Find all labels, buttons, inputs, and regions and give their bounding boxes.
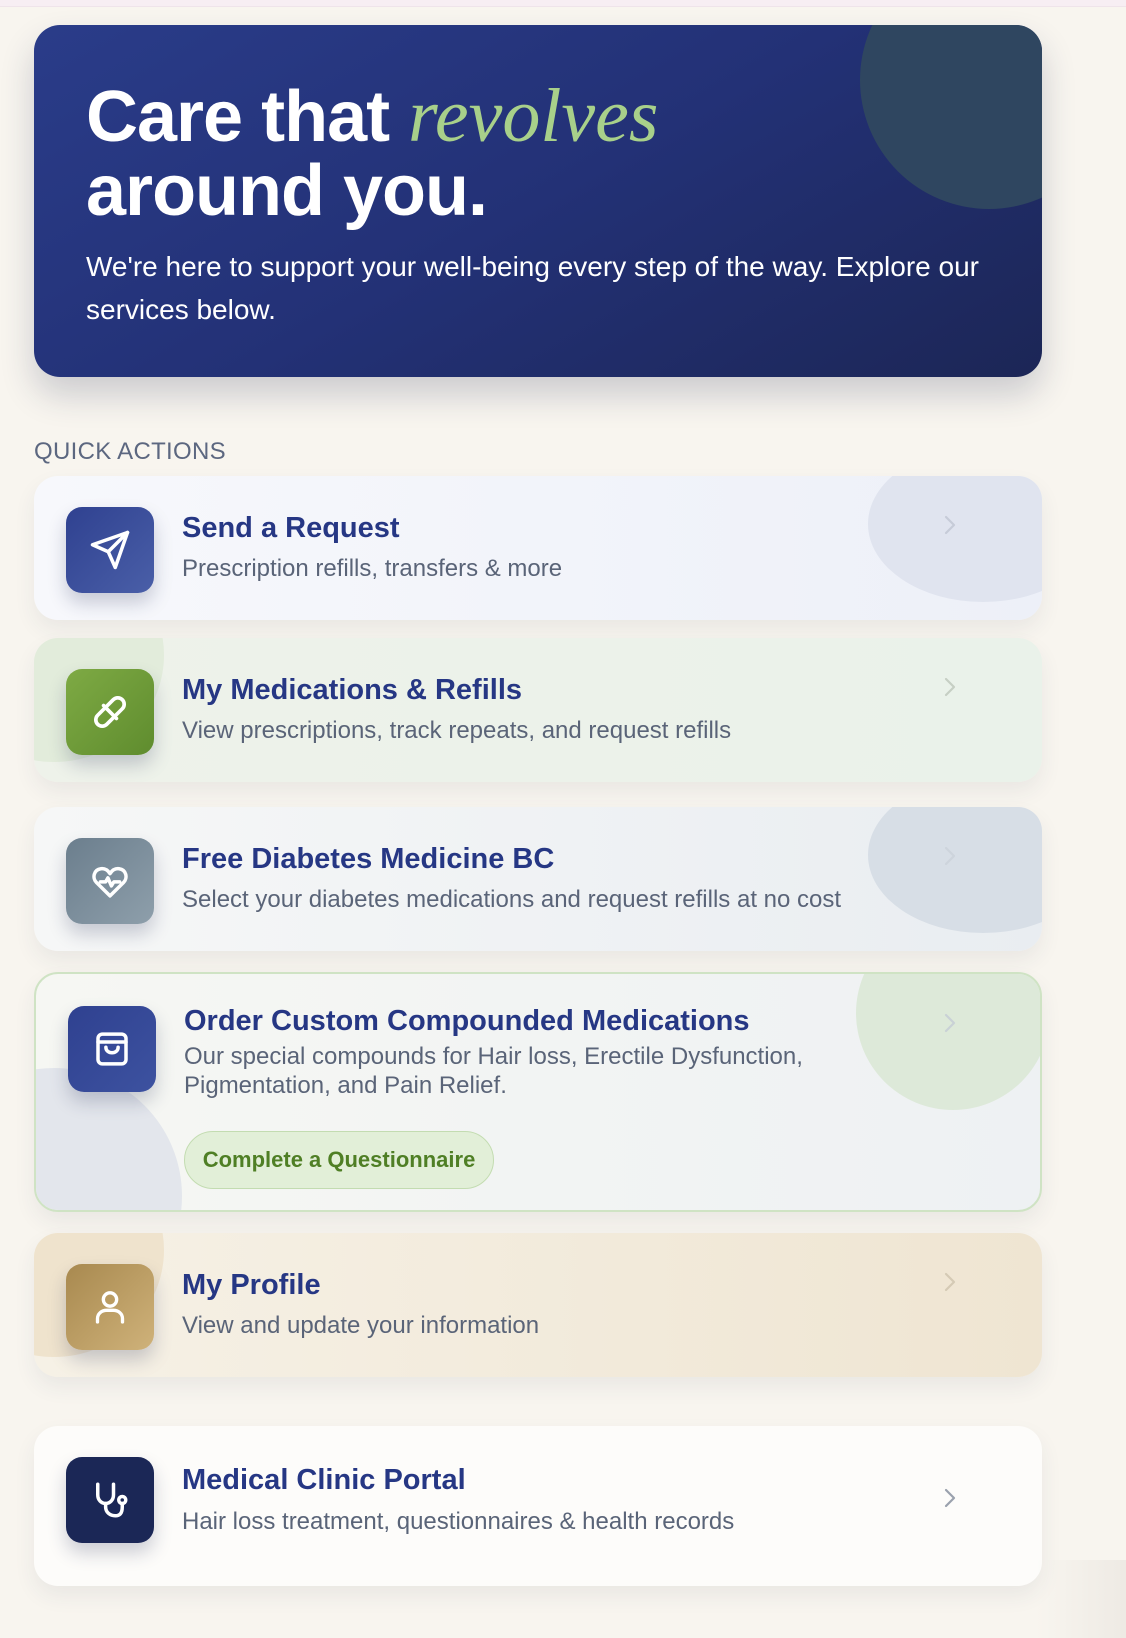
card-title: Order Custom Compounded Medications bbox=[184, 1005, 750, 1037]
send-icon bbox=[66, 507, 154, 593]
hero-decorative-circle bbox=[860, 25, 1042, 209]
heart-pulse-icon bbox=[66, 838, 154, 924]
chevron-right-icon bbox=[944, 1013, 956, 1033]
chevron-right-icon bbox=[944, 515, 956, 535]
card-description: View prescriptions, track repeats, and r… bbox=[182, 717, 732, 744]
card-description: Select your diabetes medications and req… bbox=[182, 886, 842, 913]
shopping-bag-icon bbox=[68, 1006, 156, 1092]
card-description: Our special compounds for Hair loss, Ere… bbox=[184, 1043, 803, 1099]
card-description: Prescription refills, transfers & more bbox=[182, 555, 563, 582]
card-title: Medical Clinic Portal bbox=[182, 1464, 466, 1496]
page-edge-shade bbox=[1036, 1560, 1126, 1638]
medications-refills-card[interactable]: My Medications & Refills View prescripti… bbox=[34, 638, 1042, 782]
hero-title: Care that revolves around you. bbox=[86, 77, 658, 231]
card-decorative-circle bbox=[868, 476, 1042, 602]
hero-title-part1: Care that bbox=[86, 77, 409, 157]
complete-questionnaire-button[interactable]: Complete a Questionnaire bbox=[184, 1131, 494, 1189]
hero-title-line2: around you. bbox=[86, 151, 488, 231]
card-decorative-circle bbox=[868, 807, 1042, 933]
card-decorative-circle bbox=[856, 974, 1040, 1110]
send-request-card[interactable]: Send a Request Prescription refills, tra… bbox=[34, 476, 1042, 620]
chevron-right-icon bbox=[944, 846, 956, 866]
pill-icon bbox=[66, 669, 154, 755]
my-profile-card[interactable]: My Profile View and update your informat… bbox=[34, 1233, 1042, 1377]
chevron-right-icon bbox=[944, 1488, 956, 1508]
top-strip bbox=[0, 0, 1126, 7]
card-description: Hair loss treatment, questionnaires & he… bbox=[182, 1508, 735, 1535]
stethoscope-icon bbox=[66, 1457, 154, 1543]
medical-clinic-portal-card[interactable]: Medical Clinic Portal Hair loss treatmen… bbox=[34, 1426, 1042, 1586]
card-title: My Profile bbox=[182, 1269, 321, 1301]
chevron-right-icon bbox=[944, 1272, 956, 1292]
user-icon bbox=[66, 1264, 154, 1350]
diabetes-medicine-card[interactable]: Free Diabetes Medicine BC Select your di… bbox=[34, 807, 1042, 951]
quick-actions-label: QUICK ACTIONS bbox=[34, 438, 226, 465]
card-title: Send a Request bbox=[182, 512, 400, 544]
compounded-medications-card[interactable]: Order Custom Compounded Medications Our … bbox=[34, 972, 1042, 1212]
card-title: Free Diabetes Medicine BC bbox=[182, 843, 555, 875]
hero-banner: Care that revolves around you. We're her… bbox=[34, 25, 1042, 377]
card-description: View and update your information bbox=[182, 1312, 540, 1339]
chevron-right-icon bbox=[944, 677, 956, 697]
card-title: My Medications & Refills bbox=[182, 674, 523, 706]
hero-subtitle: We're here to support your well-being ev… bbox=[86, 251, 979, 325]
hero-title-accent: revolves bbox=[408, 74, 659, 158]
